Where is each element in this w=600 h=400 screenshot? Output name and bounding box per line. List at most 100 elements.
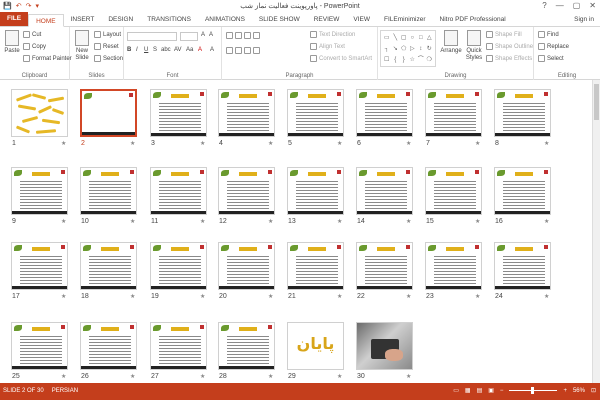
transition-star-icon[interactable]: ★ <box>475 218 480 225</box>
slide-thumbnail[interactable] <box>218 167 275 215</box>
transition-star-icon[interactable]: ★ <box>544 218 549 225</box>
transition-star-icon[interactable]: ★ <box>200 373 205 380</box>
zoom-slider[interactable] <box>509 387 558 394</box>
shape-outline-button[interactable]: Shape Outline <box>486 43 533 50</box>
slide-thumbnail[interactable] <box>80 322 137 370</box>
shapes-gallery[interactable]: ▭ ╲ ▢ ○ □ △ ┐ ↘ ⬠ ▷ ↕ ↻ ☐ { } ☆ ⌒ ❍ <box>380 30 436 67</box>
sign-in[interactable]: Sign in <box>574 16 594 23</box>
close-button[interactable]: ✕ <box>589 1 596 10</box>
select-button[interactable]: Select <box>538 55 564 62</box>
transition-star-icon[interactable]: ★ <box>475 293 480 300</box>
tab-animations[interactable]: ANIMATIONS <box>198 13 252 26</box>
slide-thumbnail[interactable] <box>287 89 344 137</box>
format-painter-button[interactable]: Format Painter <box>23 55 72 62</box>
shape-icon[interactable]: △ <box>426 33 434 43</box>
slide-thumbnail[interactable] <box>425 242 482 290</box>
clear-format-button[interactable]: A <box>210 47 214 53</box>
find-button[interactable]: Find <box>538 31 559 38</box>
shape-icon[interactable]: ▷ <box>409 44 417 54</box>
shape-fill-button[interactable]: Shape Fill <box>486 31 522 38</box>
align-buttons[interactable] <box>226 47 260 54</box>
tab-design[interactable]: DESIGN <box>101 13 140 26</box>
reading-view-icon[interactable]: ▤ <box>477 387 483 394</box>
transition-star-icon[interactable]: ★ <box>268 218 273 225</box>
transition-star-icon[interactable]: ★ <box>268 373 273 380</box>
slide-thumbnail[interactable] <box>356 167 413 215</box>
maximize-button[interactable]: ▢ <box>573 1 581 10</box>
slide-thumbnail[interactable] <box>356 322 413 370</box>
shrink-font-button[interactable]: A <box>209 32 213 38</box>
transition-star-icon[interactable]: ★ <box>337 293 342 300</box>
bold-button[interactable]: B <box>127 47 131 53</box>
section-button[interactable]: Section <box>94 55 123 62</box>
copy-button[interactable]: Copy <box>23 43 46 50</box>
arrange-button[interactable]: Arrange <box>440 30 462 55</box>
shape-icon[interactable]: ┐ <box>383 44 391 54</box>
transition-star-icon[interactable]: ★ <box>130 293 135 300</box>
shape-icon[interactable]: ❍ <box>426 55 434 65</box>
transition-star-icon[interactable]: ★ <box>475 140 480 147</box>
slideshow-icon[interactable]: ▣ <box>488 387 494 394</box>
shadow-button[interactable]: S <box>153 47 157 53</box>
shape-icon[interactable]: ⌒ <box>417 55 425 65</box>
slide-thumbnail[interactable] <box>150 89 207 137</box>
slide-thumbnail[interactable] <box>287 167 344 215</box>
transition-star-icon[interactable]: ★ <box>406 373 411 380</box>
transition-star-icon[interactable]: ★ <box>130 373 135 380</box>
tab-slide-show[interactable]: SLIDE SHOW <box>252 13 307 26</box>
help-button[interactable]: ? <box>542 1 546 10</box>
sign-in-label[interactable]: Sign in <box>574 16 594 23</box>
replace-button[interactable]: Replace <box>538 43 569 50</box>
fit-to-window-icon[interactable]: ⊡ <box>591 387 596 394</box>
tab-home[interactable]: HOME <box>28 14 64 27</box>
tab-file[interactable]: FILE <box>0 12 29 26</box>
shape-icon[interactable]: ☐ <box>383 55 391 65</box>
shape-icon[interactable]: ╲ <box>392 33 400 43</box>
slide-thumbnail[interactable] <box>425 89 482 137</box>
slide-thumbnail[interactable] <box>150 322 207 370</box>
slide-thumbnail[interactable] <box>425 167 482 215</box>
slide-thumbnail[interactable] <box>218 322 275 370</box>
shape-icon[interactable]: ▭ <box>383 33 391 43</box>
transition-star-icon[interactable]: ★ <box>61 373 66 380</box>
tab-fileminimizer[interactable]: FILEminimizer <box>377 13 433 26</box>
shape-icon[interactable]: ⬠ <box>400 44 408 54</box>
slide-thumbnail[interactable] <box>150 242 207 290</box>
slide-thumbnail[interactable] <box>356 242 413 290</box>
shape-icon[interactable]: { <box>392 55 400 65</box>
shape-icon[interactable]: ↕ <box>417 44 425 54</box>
slide-thumbnail[interactable] <box>218 242 275 290</box>
slide-thumbnail[interactable] <box>494 167 551 215</box>
shape-icon[interactable]: □ <box>417 33 425 43</box>
shape-icon[interactable]: ☆ <box>409 55 417 65</box>
convert-smartart-button[interactable]: Convert to SmartArt <box>310 55 372 62</box>
grow-font-button[interactable]: A <box>201 32 205 38</box>
slide-thumbnail[interactable] <box>11 167 68 215</box>
underline-button[interactable]: U <box>144 47 148 53</box>
transition-star-icon[interactable]: ★ <box>337 373 342 380</box>
shape-icon[interactable]: ↘ <box>392 44 400 54</box>
transition-star-icon[interactable]: ★ <box>268 293 273 300</box>
strikethrough-button[interactable]: abc <box>161 47 171 53</box>
transition-star-icon[interactable]: ★ <box>200 218 205 225</box>
slide-thumbnail[interactable] <box>11 322 68 370</box>
shape-icon[interactable]: ↻ <box>426 44 434 54</box>
font-size-select[interactable] <box>180 32 198 41</box>
transition-star-icon[interactable]: ★ <box>406 218 411 225</box>
reset-button[interactable]: Reset <box>94 43 119 50</box>
minimize-button[interactable]: — <box>556 1 564 10</box>
transition-star-icon[interactable]: ★ <box>337 140 342 147</box>
zoom-slider-knob[interactable] <box>531 387 535 394</box>
shape-icon[interactable]: ○ <box>409 33 417 43</box>
shape-icon[interactable]: } <box>400 55 408 65</box>
slide-thumbnail[interactable] <box>80 167 137 215</box>
align-text-button[interactable]: Align Text <box>310 43 345 50</box>
scrollbar-thumb[interactable] <box>594 84 599 120</box>
transition-star-icon[interactable]: ★ <box>406 140 411 147</box>
tab-insert[interactable]: INSERT <box>64 13 102 26</box>
tab-nitro-pdf[interactable]: Nitro PDF Professional <box>433 13 513 26</box>
slide-sorter-icon[interactable]: ▦ <box>465 387 471 394</box>
change-case-button[interactable]: Aa <box>186 47 193 53</box>
zoom-in-button[interactable]: + <box>563 388 567 394</box>
transition-star-icon[interactable]: ★ <box>61 293 66 300</box>
